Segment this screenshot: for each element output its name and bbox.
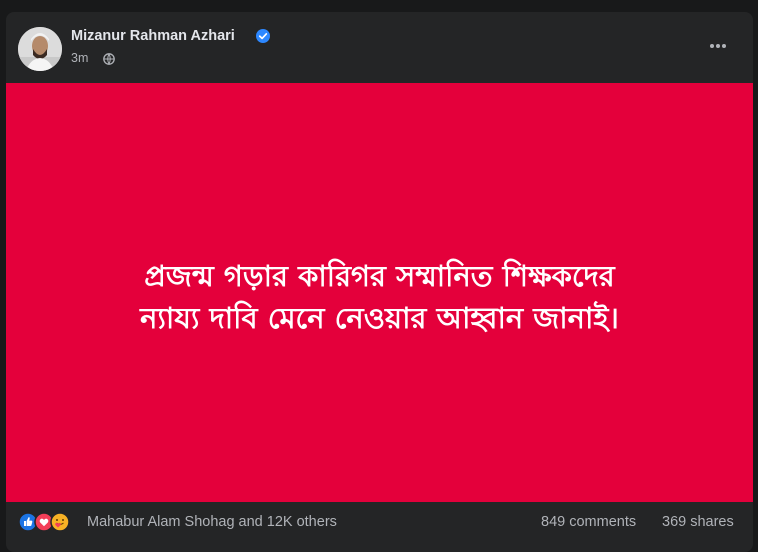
avatar-photo [18, 27, 62, 71]
post-image[interactable]: প্রজন্ম গড়ার কারিগর সম্মানিত শিক্ষকদের … [6, 83, 753, 502]
comments-count[interactable]: 849 comments [541, 514, 636, 530]
post-image-text: প্রজন্ম গড়ার কারিগর সম্মানিত শিক্ষকদের … [6, 255, 753, 339]
author-name[interactable]: Mizanur Rahman Azhari [71, 28, 235, 44]
post-image-line-1: প্রজন্ম গড়ার কারিগর সম্মানিত শিক্ষকদের [144, 259, 615, 293]
post-card: Mizanur Rahman Azhari 3m প্রজন্ম গড়ার ক… [6, 12, 753, 552]
verified-badge-icon [256, 29, 270, 43]
reactors-summary[interactable]: Mahabur Alam Shohag and 12K others [87, 514, 337, 530]
care-icon [50, 512, 70, 532]
post-image-line-2: ন্যায্য দাবি মেনে নেওয়ার আহ্বান জানাই। [140, 301, 619, 335]
post-header: Mizanur Rahman Azhari 3m [6, 12, 753, 83]
shares-count[interactable]: 369 shares [662, 514, 734, 530]
author-avatar[interactable] [18, 27, 62, 71]
globe-icon[interactable] [103, 53, 115, 65]
reaction-icons[interactable] [18, 512, 82, 532]
post-time[interactable]: 3m [71, 51, 88, 65]
more-options-icon[interactable] [703, 36, 733, 56]
engagement-bar: Mahabur Alam Shohag and 12K others 849 c… [6, 502, 753, 540]
